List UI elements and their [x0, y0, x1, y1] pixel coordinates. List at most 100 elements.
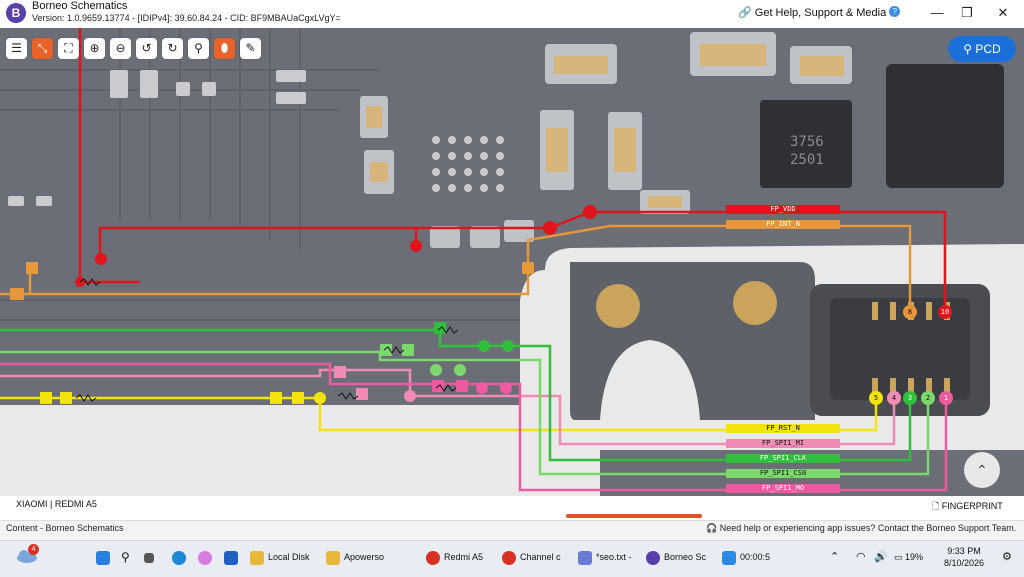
- zoom-out-button[interactable]: ⊖: [110, 38, 131, 59]
- task-view-button[interactable]: [144, 546, 158, 568]
- support-text: Need help or experiencing app issues? Co…: [719, 523, 1017, 533]
- list-button[interactable]: ☰: [6, 38, 27, 59]
- minimize-button[interactable]: —: [926, 4, 948, 22]
- headset-icon: 🎧: [706, 523, 720, 533]
- edge-button[interactable]: [172, 546, 190, 568]
- taskbar-item-borneo[interactable]: Borneo Sc: [646, 546, 706, 568]
- connector-pin-5[interactable]: 5: [869, 391, 883, 405]
- battery-indicator[interactable]: ▭ 19%: [894, 546, 923, 568]
- net-label-fp-rst-n[interactable]: FP_RST_N: [726, 424, 840, 433]
- wifi-icon[interactable]: ◠: [856, 546, 866, 568]
- section-label: FINGERPRINT: [941, 501, 1003, 511]
- net-label-text: FP_RST_N: [766, 424, 800, 432]
- board-canvas[interactable]: 3756 2501 FP_VDD FP_INT_N FP_RST_N FP_SP…: [0, 28, 1024, 510]
- rotate-right-button[interactable]: ↻: [162, 38, 183, 59]
- edge-icon: [172, 550, 186, 565]
- net-label-text: FP_SPI1_MO: [761, 484, 805, 492]
- support-link[interactable]: 🎧 Need help or experiencing app issues? …: [706, 523, 1016, 534]
- taskbar-item-seo-txt[interactable]: *seo.txt -: [578, 546, 632, 568]
- taskbar-item-label: 00:00:5: [740, 552, 771, 562]
- windows-icon: [96, 550, 110, 565]
- taskbar-item-label: Local Disk: [268, 552, 310, 562]
- folder-icon: [326, 550, 340, 565]
- net-label-text: FP_SPI1_CS0: [759, 469, 807, 477]
- app-logo-icon: B: [6, 3, 26, 23]
- taskbar-item-label: Borneo Sc: [664, 552, 707, 562]
- taskbar-item-label: Apowerso: [344, 552, 385, 562]
- close-button[interactable]: ✕: [992, 4, 1014, 22]
- net-label-fp-int-n[interactable]: FP_INT_N: [726, 220, 840, 229]
- taskbar-item-recorder[interactable]: 00:00:5: [722, 546, 770, 568]
- net-label-fp-spi1-mo[interactable]: FP_SPI1_MO: [726, 484, 840, 493]
- chevron-up-icon: ⌃: [830, 551, 840, 563]
- net-label-text: FP_SPI1_CLK: [759, 454, 807, 462]
- board-view[interactable]: 3756 2501: [0, 28, 1024, 510]
- copilot-icon: [198, 550, 212, 565]
- title-bar: B Borneo Schematics Version: 1.0.9659.13…: [0, 0, 1024, 28]
- search-icon: ⚲: [963, 42, 976, 56]
- battery-level: 19%: [905, 552, 924, 562]
- taskbar-item-label: Channel c: [520, 552, 561, 562]
- clock-time: 9:33 PM: [947, 546, 981, 556]
- connector-pin-1[interactable]: 1: [939, 391, 953, 405]
- zoom-in-button[interactable]: ⊕: [84, 38, 105, 59]
- net-label-text: FP_INT_N: [766, 220, 800, 228]
- horizontal-scrollbar[interactable]: [566, 514, 702, 518]
- version-info: Version: 1.0.9659.13774 - [IDIPv4]: 39.6…: [32, 13, 341, 23]
- taskbar-item-channel[interactable]: Channel c: [502, 546, 561, 568]
- taskbar-item-local-disk[interactable]: Local Disk: [250, 546, 310, 568]
- notifications-icon[interactable]: ⚙: [1002, 546, 1012, 568]
- app-title: Borneo Schematics: [32, 0, 128, 12]
- link-icon: 🔗: [738, 7, 755, 19]
- search-button[interactable]: ⚲: [188, 38, 209, 59]
- net-label-fp-spi1-cs0[interactable]: FP_SPI1_CS0: [726, 469, 840, 478]
- taskbar-item-label: Redmi A5: [444, 552, 484, 562]
- pcd-button[interactable]: ⚲ PCD: [948, 36, 1016, 62]
- help-icon: ?: [889, 6, 901, 17]
- scroll-top-button[interactable]: ⌃: [964, 452, 1000, 488]
- taskbar-item-apowerso[interactable]: Apowerso: [326, 546, 384, 568]
- fullscreen-button[interactable]: ⛶: [58, 38, 79, 59]
- net-label-fp-vdd[interactable]: FP_VDD: [726, 205, 840, 214]
- net-label-fp-spi1-clk[interactable]: FP_SPI1_CLK: [726, 454, 840, 463]
- svg-text:3756: 3756: [790, 134, 824, 150]
- connector-pin-3[interactable]: 3: [903, 391, 917, 405]
- store-button[interactable]: [224, 546, 242, 568]
- copilot-button[interactable]: [198, 546, 216, 568]
- help-link[interactable]: 🔗 Get Help, Support & Media?: [738, 6, 901, 19]
- mouse-button[interactable]: ⬮: [214, 38, 235, 59]
- net-label-fp-spi1-mi[interactable]: FP_SPI1_MI: [726, 439, 840, 448]
- taskbar-item-redmi-a5[interactable]: Redmi A5: [426, 546, 483, 568]
- taskbar-item-label: *seo.txt -: [596, 552, 632, 562]
- search-taskbar-button[interactable]: ⚲: [121, 546, 130, 568]
- section-name: 🗋 FINGERPRINT: [932, 499, 1003, 515]
- connector-pin-10[interactable]: 10: [938, 305, 952, 319]
- start-button[interactable]: [96, 546, 114, 568]
- clock[interactable]: 9:33 PM 8/10/2026: [944, 545, 984, 569]
- camera-icon: [722, 550, 736, 565]
- net-label-text: FP_SPI1_MI: [761, 439, 805, 447]
- rotate-left-button[interactable]: ↺: [136, 38, 157, 59]
- volume-icon[interactable]: 🔊: [874, 546, 888, 568]
- chrome-icon: [426, 550, 440, 565]
- task-view-icon: [144, 552, 154, 563]
- notification-badge: 4: [28, 544, 39, 555]
- pcd-button-label: PCD: [975, 42, 1001, 56]
- connector-pin-4[interactable]: 4: [887, 391, 901, 405]
- search-icon: ⚲: [121, 550, 130, 564]
- net-label-text: FP_VDD: [770, 205, 796, 213]
- info-bar: [0, 496, 1024, 512]
- maximize-button[interactable]: ❐: [956, 4, 978, 22]
- fit-button[interactable]: ⤡: [32, 38, 53, 59]
- chevron-up-icon: ⌃: [976, 462, 988, 478]
- clock-date: 8/10/2026: [944, 558, 985, 568]
- help-link-label: Get Help, Support & Media: [754, 7, 887, 19]
- status-left-text: Content - Borneo Schematics: [6, 523, 124, 533]
- svg-text:2501: 2501: [790, 152, 824, 168]
- connector-pin-2[interactable]: 2: [921, 391, 935, 405]
- folder-icon: [250, 550, 264, 565]
- draw-button[interactable]: ✎: [240, 38, 261, 59]
- tray-overflow-button[interactable]: ⌃: [830, 546, 839, 568]
- connector-pin-8[interactable]: 8: [903, 305, 917, 319]
- borneo-icon: [646, 550, 660, 565]
